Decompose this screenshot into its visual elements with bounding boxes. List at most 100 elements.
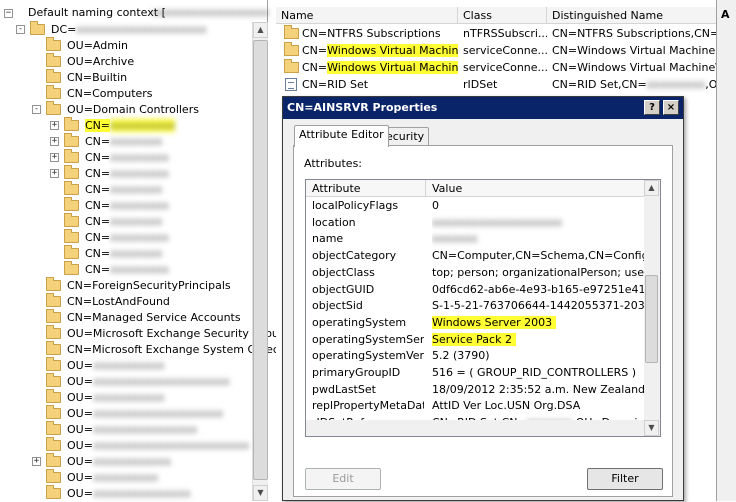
help-button[interactable]: ? bbox=[644, 100, 660, 115]
list-row[interactable]: CN=NTFRS Subscriptions nTFRSSubscri... CN=… bbox=[276, 25, 716, 42]
tree-node[interactable]: CN=LostAndFound bbox=[0, 293, 252, 310]
list-row[interactable]: CN=Windows Virtual Machine serviceConne..… bbox=[276, 42, 716, 59]
attribute-hscrollbar[interactable] bbox=[306, 420, 644, 436]
attribute-row[interactable]: primaryGroupID 516 = ( GROUP_RID_CONTROLL… bbox=[306, 365, 644, 382]
column-header-name[interactable]: Name bbox=[276, 7, 458, 24]
value-text: 0 bbox=[432, 199, 439, 212]
tree-node[interactable]: CN=Builtin bbox=[0, 69, 252, 86]
list-row[interactable]: CN=RID Set rIDSet CN=RID Set,CN=xxxxxxxxx,… bbox=[276, 76, 716, 93]
attribute-row[interactable]: name xxxxxxx bbox=[306, 231, 644, 248]
folder-icon bbox=[64, 117, 79, 131]
scroll-up-icon[interactable]: ▲ bbox=[644, 180, 659, 196]
collapse-icon[interactable]: - bbox=[16, 25, 25, 34]
tree-node[interactable]: CN=Computers bbox=[0, 85, 252, 102]
tree-node-prefix: CN= bbox=[85, 247, 111, 260]
tree-node[interactable]: OU=Archive bbox=[0, 53, 252, 70]
list-cell-class: nTFRSSubscri... bbox=[463, 27, 547, 40]
tree-node-prefix: CN=Microsoft Exchange System Object bbox=[67, 343, 284, 356]
tree-node[interactable]: CN=xxxxxxxxx bbox=[0, 229, 252, 246]
scroll-up-icon[interactable]: ▲ bbox=[253, 22, 268, 38]
tree-node[interactable]: OU=Microsoft Exchange Security Group bbox=[0, 325, 286, 342]
tab-attribute-editor[interactable]: Attribute Editor bbox=[294, 125, 389, 147]
tree-node[interactable]: CN=xxxxxxxx bbox=[0, 245, 252, 262]
tree-node[interactable]: CN=Microsoft Exchange System Object bbox=[0, 341, 283, 358]
attribute-name: operatingSystemVersi... bbox=[312, 349, 424, 363]
attribute-row[interactable]: localPolicyFlags 0 bbox=[306, 198, 644, 215]
collapse-icon[interactable]: - bbox=[32, 105, 41, 114]
scroll-thumb[interactable] bbox=[253, 40, 268, 480]
expand-icon[interactable]: + bbox=[50, 169, 59, 178]
tree-node-label: OU=xxxxxxxxxxxxxxxxxxxx bbox=[67, 406, 223, 422]
attribute-row[interactable]: objectClass top; person; organizationalPe… bbox=[306, 265, 644, 282]
attribute-name: location bbox=[312, 215, 356, 229]
attribute-value: xxxxxxx bbox=[432, 231, 644, 248]
attribute-scrollbar[interactable]: ▲ ▼ bbox=[644, 180, 660, 436]
attribute-name: objectGUID bbox=[312, 282, 375, 296]
attribute-name: primaryGroupID bbox=[312, 366, 401, 379]
column-header-attribute[interactable]: Attribute bbox=[306, 180, 426, 197]
filter-button[interactable]: Filter bbox=[587, 468, 663, 490]
expand-icon[interactable]: + bbox=[50, 121, 59, 130]
expand-icon[interactable]: + bbox=[50, 137, 59, 146]
close-button[interactable]: × bbox=[663, 100, 679, 115]
collapse-toggle-icon[interactable]: − bbox=[4, 9, 13, 18]
attribute-row[interactable]: operatingSystemServi... Service Pack 2 bbox=[306, 332, 644, 349]
tree-node[interactable]: OU=xxxxxxxxxxxxxxxxxxxxx bbox=[0, 373, 252, 390]
redacted-text: xxxxxxxxxxxxxxxxxxxxxxxx bbox=[92, 439, 250, 452]
tree-node[interactable]: + CN=xxxxxxxxxx bbox=[0, 117, 252, 134]
column-header-dn[interactable]: Distinguished Name bbox=[547, 7, 716, 24]
tree-node[interactable]: + CN=xxxxxxxxx bbox=[0, 165, 252, 182]
attribute-row[interactable]: operatingSystemVersi... 5.2 (3790) bbox=[306, 348, 644, 365]
attribute-row[interactable]: pwdLastSet 18/09/2012 2:35:52 a.m. New Ze… bbox=[306, 382, 644, 399]
list-row[interactable]: CN=Windows Virtual Machine serviceConne..… bbox=[276, 59, 716, 76]
value-text: S-1-5-21-763706644-1442055371-20334151 bbox=[432, 299, 644, 313]
tree-node[interactable]: OU=xxxxxxxxxxxxxxxx bbox=[0, 421, 252, 438]
tree-node[interactable]: OU=xxxxxxxxxxx bbox=[0, 389, 252, 406]
tree-node[interactable]: OU=xxxxxxxxxx bbox=[0, 469, 252, 486]
attribute-row[interactable]: objectCategory CN=Computer,CN=Schema,CN=C… bbox=[306, 248, 644, 265]
attribute-row[interactable]: location xxxxxxxxxxxxxxxxxxxx bbox=[306, 215, 644, 232]
tree-node[interactable]: CN=xxxxxxxxx bbox=[0, 197, 252, 214]
tree-node[interactable]: CN=ForeignSecurityPrincipals bbox=[0, 277, 252, 294]
tree-node[interactable]: CN=xxxxxxxx bbox=[0, 181, 252, 198]
dialog-title-bar[interactable]: CN=AINSRVR Properties ? × bbox=[283, 97, 683, 119]
tree-node[interactable]: + OU=xxxxxxxxxxxx bbox=[0, 453, 252, 470]
column-header-class[interactable]: Class bbox=[458, 7, 547, 24]
column-header-value[interactable]: Value bbox=[426, 180, 644, 197]
tree-node[interactable]: OU=xxxxxxxxxxxxxxxxxxxx bbox=[0, 405, 252, 422]
edit-button[interactable]: Edit bbox=[305, 468, 381, 490]
tree-node-label: OU=Admin bbox=[67, 38, 128, 54]
expand-icon[interactable]: + bbox=[32, 457, 41, 466]
tree-node[interactable]: + CN=xxxxxxxx bbox=[0, 133, 252, 150]
tree-node[interactable]: CN=xxxxxxxx bbox=[0, 213, 252, 230]
expand-icon[interactable]: + bbox=[50, 153, 59, 162]
attribute-row[interactable]: operatingSystem Windows Server 2003 bbox=[306, 315, 644, 332]
value-text: Service Pack 2 bbox=[432, 332, 516, 346]
tree-scrollbar[interactable]: ▲ ▼ bbox=[252, 22, 268, 501]
tree-node[interactable]: OU=xxxxxxxxxxx bbox=[0, 357, 252, 374]
tree-node[interactable]: CN=xxxxxxxxx bbox=[0, 261, 252, 278]
tree-node[interactable]: - DC=xxxxxxxxxxxxxxxxxxxx bbox=[0, 21, 252, 38]
name-prefix: CN= bbox=[302, 61, 328, 74]
scroll-down-icon[interactable]: ▼ bbox=[253, 485, 268, 501]
scroll-down-icon[interactable]: ▼ bbox=[644, 420, 659, 436]
attribute-row[interactable]: objectGUID 0df6cd62-ab6e-4e93-b165-e97251… bbox=[306, 282, 644, 299]
folder-icon bbox=[46, 69, 61, 83]
tree-node-prefix: CN=Computers bbox=[67, 87, 153, 100]
tree-node-label: OU=xxxxxxxxxxx bbox=[67, 390, 165, 406]
tree-node[interactable]: CN=Managed Service Accounts bbox=[0, 309, 252, 326]
scroll-thumb[interactable] bbox=[645, 275, 658, 363]
tree-node[interactable]: - OU=Domain Controllers bbox=[0, 101, 252, 118]
document-icon bbox=[285, 78, 297, 91]
tree-node-prefix: CN=ForeignSecurityPrincipals bbox=[67, 279, 231, 292]
attribute-row[interactable]: replPropertyMetaData AttID Ver Loc.USN Or… bbox=[306, 398, 644, 415]
tree-node[interactable]: OU=xxxxxxxxxxxxxxxxxxxxxxxx bbox=[0, 437, 252, 454]
tree-node[interactable]: + CN=xxxxxxxxx bbox=[0, 149, 252, 166]
folder-icon bbox=[46, 469, 61, 483]
tree-view[interactable]: - DC=xxxxxxxxxxxxxxxxxxxx OU=Admin OU=Archi… bbox=[0, 21, 286, 502]
tree-node[interactable]: OU=Admin bbox=[0, 37, 252, 54]
attribute-row[interactable]: objectSid S-1-5-21-763706644-1442055371-2… bbox=[306, 298, 644, 315]
attribute-list[interactable]: Attribute Value localPolicyFlags 0 locatio… bbox=[305, 179, 661, 437]
tree-node[interactable]: OU=xxxxxxxxxxxxxxx bbox=[0, 485, 252, 502]
tree-root-row[interactable]: − Default naming context [ xxxxxxxxxxxxx… bbox=[0, 6, 269, 22]
